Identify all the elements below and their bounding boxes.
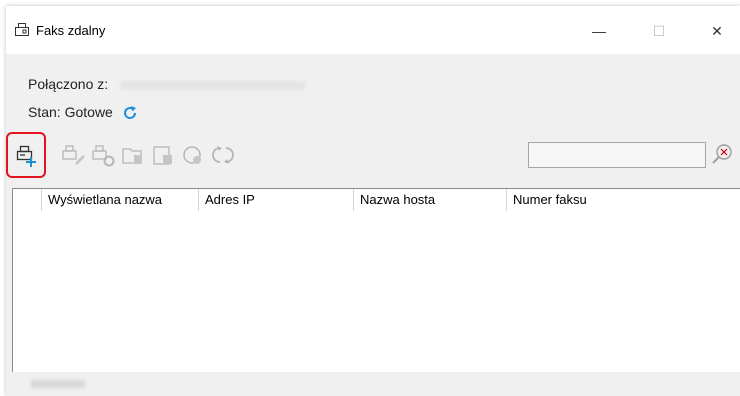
fax-list-icon[interactable] bbox=[150, 142, 176, 168]
search-input[interactable] bbox=[528, 142, 706, 168]
maximize-button[interactable]: ☐ bbox=[636, 16, 682, 46]
minimize-button[interactable]: — bbox=[576, 16, 622, 46]
toolbar bbox=[6, 132, 740, 188]
fax-download-icon[interactable] bbox=[180, 142, 206, 168]
state-value: Gotowe bbox=[64, 104, 113, 120]
redacted-status bbox=[30, 380, 86, 388]
column-header-select[interactable] bbox=[13, 189, 42, 211]
state-line: Stan: Gotowe bbox=[28, 104, 139, 122]
column-header-fax-number[interactable]: Numer faksu bbox=[507, 189, 740, 211]
state-label: Stan: bbox=[28, 104, 61, 120]
edit-fax-icon[interactable] bbox=[60, 142, 86, 168]
remote-fax-window: Faks zdalny — ☐ ✕ Połączono z: Stan: Got… bbox=[6, 6, 740, 396]
window-title: Faks zdalny bbox=[36, 23, 106, 38]
title-bar: Faks zdalny — ☐ ✕ bbox=[6, 6, 740, 54]
redacted-host bbox=[120, 80, 307, 90]
fax-list[interactable]: Wyświetlana nazwa Adres IP Nazwa hosta N… bbox=[12, 188, 740, 372]
fax-settings-icon[interactable] bbox=[90, 142, 116, 168]
add-fax-button[interactable] bbox=[6, 132, 46, 178]
column-header-ip-address[interactable]: Adres IP bbox=[199, 189, 354, 211]
close-button[interactable]: ✕ bbox=[694, 16, 740, 46]
fax-app-icon bbox=[15, 23, 29, 36]
column-header-display-name[interactable]: Wyświetlana nazwa bbox=[42, 189, 199, 211]
connected-line: Połączono z: bbox=[28, 76, 307, 92]
list-header: Wyświetlana nazwa Adres IP Nazwa hosta N… bbox=[13, 189, 740, 211]
sync-icon[interactable] bbox=[210, 142, 236, 168]
connected-label: Połączono z: bbox=[28, 76, 109, 92]
column-header-hostname[interactable]: Nazwa hosta bbox=[354, 189, 507, 211]
refresh-icon[interactable] bbox=[121, 104, 139, 122]
fax-folder-icon[interactable] bbox=[120, 142, 146, 168]
search-clear-icon[interactable] bbox=[710, 142, 734, 166]
add-fax-icon bbox=[16, 145, 36, 167]
status-bar bbox=[6, 372, 740, 396]
